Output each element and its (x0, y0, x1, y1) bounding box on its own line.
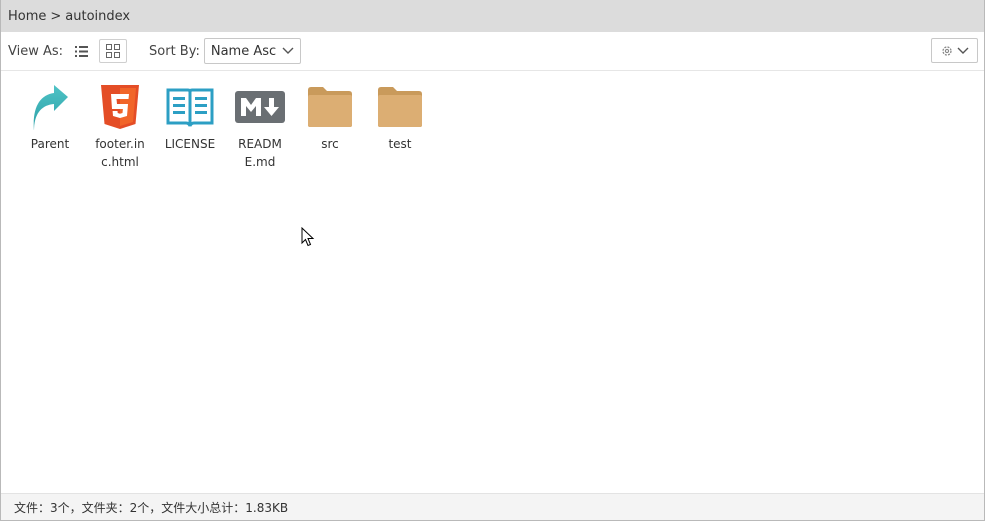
status-bar: 文件：3个，文件夹：2个，文件大小总计：1.83KB (1, 493, 984, 520)
file-item-name: Parent (30, 137, 70, 151)
file-item-name: LICENSE (164, 137, 216, 151)
gear-icon (941, 45, 952, 56)
folder-icon (375, 82, 425, 132)
file-item-test[interactable]: test (365, 82, 435, 171)
status-text: 文件：3个，文件夹：2个，文件大小总计：1.83KB (14, 500, 289, 515)
breadcrumb-separator: > (50, 8, 62, 24)
book-icon (165, 82, 215, 132)
toolbar: View As: Sort By: Name Asc (1, 32, 984, 71)
sort-by-label: Sort By: (149, 43, 200, 59)
list-view-button[interactable] (67, 39, 95, 63)
file-item-license[interactable]: LICENSE (155, 82, 225, 171)
breadcrumb: Home > autoindex (1, 0, 984, 32)
file-item-name: test (388, 137, 412, 151)
chevron-down-icon (957, 47, 968, 54)
list-view-icon (74, 45, 88, 57)
file-item-name: footer.inc.html (95, 137, 145, 169)
view-as-label: View As: (8, 43, 64, 59)
file-grid: Parent footer.inc.html LICENSE README.md… (15, 82, 435, 171)
sort-select[interactable]: Name Asc (203, 38, 302, 64)
settings-button[interactable] (931, 38, 978, 63)
parent-arrow-icon (25, 82, 75, 132)
html5-icon (95, 82, 145, 132)
markdown-icon (235, 82, 285, 132)
grid-view-icon (106, 44, 121, 58)
folder-icon (305, 82, 355, 132)
file-item-footer[interactable]: footer.inc.html (85, 82, 155, 171)
mouse-cursor-icon (301, 227, 315, 247)
file-item-name: src (321, 137, 339, 151)
breadcrumb-current: autoindex (65, 8, 131, 24)
file-item-name: README.md (238, 137, 282, 169)
file-browser-window: Home > autoindex View As: Sort By: Name … (0, 0, 985, 521)
sort-value: Name Asc (210, 43, 277, 59)
grid-view-button[interactable] (99, 39, 128, 63)
breadcrumb-home[interactable]: Home (8, 9, 46, 24)
chevron-down-icon (282, 47, 294, 55)
file-item-parent[interactable]: Parent (15, 82, 85, 171)
file-item-readme[interactable]: README.md (225, 82, 295, 171)
file-item-src[interactable]: src (295, 82, 365, 171)
